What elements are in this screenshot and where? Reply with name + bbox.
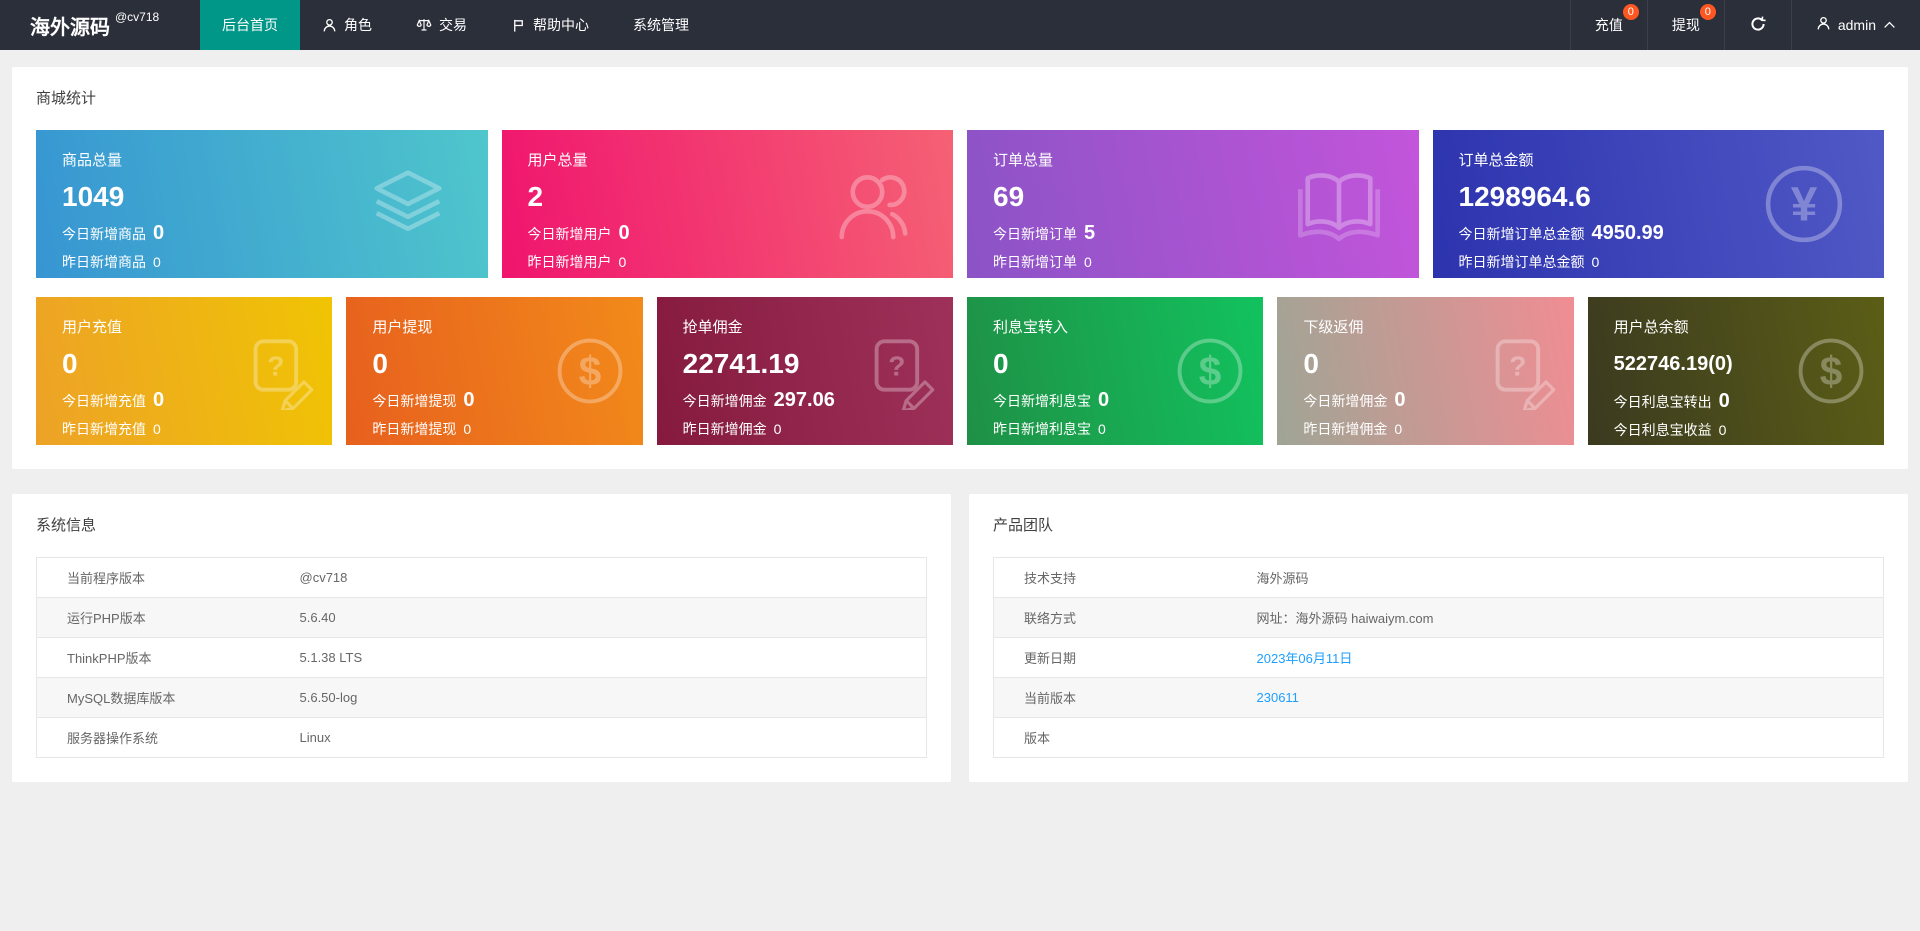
yen-circle-icon: ¥	[1758, 158, 1850, 250]
card-yesterday-line: 昨日新增商品 0	[62, 254, 161, 270]
svg-text:¥: ¥	[1791, 179, 1818, 232]
table-row: 更新日期 2023年06月11日	[993, 637, 1884, 678]
dollar-circle-icon: $	[1171, 332, 1249, 410]
card-yesterday-line: 昨日新增利息宝 0	[993, 421, 1106, 437]
refresh-icon	[1749, 15, 1767, 36]
card-yesterday-line: 昨日新增订单 0	[993, 254, 1092, 270]
system-info-panel: 系统信息 当前程序版本 @cv718 运行PHP版本 5.6.40 ThinkP…	[12, 494, 951, 782]
stat-card-interest-transfer-in: 利息宝转入 0 今日新增利息宝 0 昨日新增利息宝 0 $	[967, 297, 1264, 445]
chevron-up-icon	[1883, 17, 1896, 33]
menu-item-roles[interactable]: 角色	[300, 0, 394, 50]
table-row: 技术支持 海外源码	[1024, 571, 1309, 586]
open-book-icon	[1293, 158, 1385, 250]
stat-card-total-orders: 订单总量 69 今日新增订单 5 昨日新增订单 0	[967, 130, 1419, 278]
update-date-link[interactable]: 2023年06月11日	[1257, 651, 1353, 666]
menu-item-help-center[interactable]: 帮助中心	[489, 0, 611, 50]
svg-text:$: $	[578, 348, 601, 394]
scales-icon	[416, 17, 432, 33]
stats-panel: 商城统计 商品总量 1049 今日新增商品 0 昨日新增商品 0 用户总量 2 今日…	[12, 67, 1908, 469]
table-row: MySQL数据库版本 5.6.50-log	[36, 677, 927, 718]
card-yesterday-line: 昨日新增订单总金额 0	[1458, 254, 1600, 270]
refresh-button[interactable]	[1723, 0, 1791, 50]
stat-card-total-users: 用户总量 2 今日新增用户 0 昨日新增用户 0	[501, 130, 953, 278]
card-yesterday-line: 昨日新增佣金 0	[682, 421, 782, 437]
svg-text:?: ?	[888, 351, 905, 382]
app-logo[interactable]: 海外源码 @cv718	[0, 0, 200, 50]
stats-row-2: 用户充值 0 今日新增充值 0 昨日新增充值 0 ? 用户提现 0 今日新增提现 0 …	[36, 297, 1884, 445]
dollar-circle-icon: $	[551, 332, 629, 410]
app-title: 海外源码	[30, 16, 110, 39]
navbar-right: 充值 0 提现 0 admin	[1569, 0, 1920, 50]
system-info-table: 当前程序版本 @cv718 运行PHP版本 5.6.40 ThinkPHP版本 …	[36, 557, 927, 758]
stat-card-user-recharge: 用户充值 0 今日新增充值 0 昨日新增充值 0 ?	[36, 297, 333, 445]
product-team-panel: 产品团队 技术支持 海外源码 联络方式 网址：海外源码 haiwaiym.com…	[969, 494, 1908, 782]
menu-item-label: 帮助中心	[533, 17, 589, 33]
svg-text:$: $	[1820, 348, 1843, 394]
current-version-link[interactable]: 230611	[1257, 690, 1299, 705]
table-row: 联络方式 网址：海外源码 haiwaiym.com	[993, 597, 1884, 638]
withdraw-button[interactable]: 提现 0	[1646, 0, 1724, 50]
card-yesterday-line: 今日利息宝收益 0	[1613, 422, 1727, 438]
stats-row-1: 商品总量 1049 今日新增商品 0 昨日新增商品 0 用户总量 2 今日新增用户 0…	[36, 130, 1884, 278]
svg-text:$: $	[1199, 348, 1222, 394]
flag-icon	[511, 18, 526, 33]
layers-icon	[362, 158, 454, 250]
table-row: 当前程序版本 @cv718	[67, 570, 348, 586]
product-team-table: 技术支持 海外源码 联络方式 网址：海外源码 haiwaiym.com 更新日期…	[993, 557, 1884, 758]
card-yesterday-line: 昨日新增用户 0	[527, 254, 627, 270]
recharge-badge: 0	[1622, 4, 1639, 20]
stat-card-total-order-amount: 订单总金额 1298964.6 今日新增订单总金额 4950.99 昨日新增订单总…	[1432, 130, 1884, 278]
stat-card-total-products: 商品总量 1049 今日新增商品 0 昨日新增商品 0	[36, 130, 488, 278]
system-info-title: 系统信息	[36, 517, 97, 534]
table-row: 运行PHP版本 5.6.40	[36, 597, 927, 638]
main-content: 商城统计 商品总量 1049 今日新增商品 0 昨日新增商品 0 用户总量 2 今日…	[0, 50, 1920, 782]
stat-card-sub-rebate: 下级返佣 0 今日新增佣金 0 昨日新增佣金 0 ?	[1277, 297, 1574, 445]
dollar-circle-icon: $	[1792, 332, 1870, 410]
withdraw-badge: 0	[1699, 4, 1716, 20]
card-yesterday-line: 昨日新增提现 0	[372, 421, 472, 437]
top-navbar: 海外源码 @cv718 后台首页 角色 交易 帮助中心 系统管理 充值 0 提现…	[0, 0, 1920, 50]
table-row: 版本	[993, 717, 1884, 758]
user-menu[interactable]: admin	[1790, 0, 1920, 50]
table-row: 服务器操作系统 Linux	[36, 717, 927, 758]
main-menu: 后台首页 角色 交易 帮助中心 系统管理	[200, 0, 711, 50]
svg-text:?: ?	[1509, 351, 1526, 382]
menu-item-trade[interactable]: 交易	[394, 0, 489, 50]
person-icon	[322, 18, 337, 33]
doc-question-pencil-icon: ?	[1482, 332, 1560, 410]
menu-item-dashboard[interactable]: 后台首页	[200, 0, 300, 50]
menu-item-system-management[interactable]: 系统管理	[611, 0, 711, 50]
doc-question-pencil-icon: ?	[240, 332, 318, 410]
stat-card-user-total-balance: 用户总余额 522746.19(0) 今日利息宝转出 0 今日利息宝收益 0 $	[1587, 297, 1884, 445]
stats-panel-title: 商城统计	[36, 90, 97, 107]
stat-card-user-withdraw: 用户提现 0 今日新增提现 0 昨日新增提现 0 $	[346, 297, 643, 445]
stat-card-grab-commission: 抢单佣金 22741.19 今日新增佣金 297.06 昨日新增佣金 0 ?	[656, 297, 953, 445]
users-icon	[827, 158, 919, 250]
bottom-section: 系统信息 当前程序版本 @cv718 运行PHP版本 5.6.40 ThinkP…	[12, 494, 1908, 782]
table-row: ThinkPHP版本 5.1.38 LTS	[36, 637, 927, 678]
card-yesterday-line: 昨日新增充值 0	[62, 421, 161, 437]
menu-item-label: 系统管理	[633, 17, 689, 33]
doc-question-pencil-icon: ?	[861, 332, 939, 410]
menu-item-label: 角色	[344, 17, 372, 33]
card-yesterday-line: 昨日新增佣金 0	[1303, 421, 1403, 437]
table-row: 当前版本 230611	[993, 677, 1884, 718]
menu-item-label: 交易	[439, 17, 467, 33]
person-icon	[1816, 16, 1831, 34]
user-name: admin	[1837, 17, 1876, 33]
recharge-button[interactable]: 充值 0	[1569, 0, 1647, 50]
menu-item-label: 后台首页	[222, 17, 278, 33]
app-version-tag: @cv718	[115, 10, 160, 24]
product-team-title: 产品团队	[993, 517, 1054, 534]
svg-text:?: ?	[268, 351, 285, 382]
